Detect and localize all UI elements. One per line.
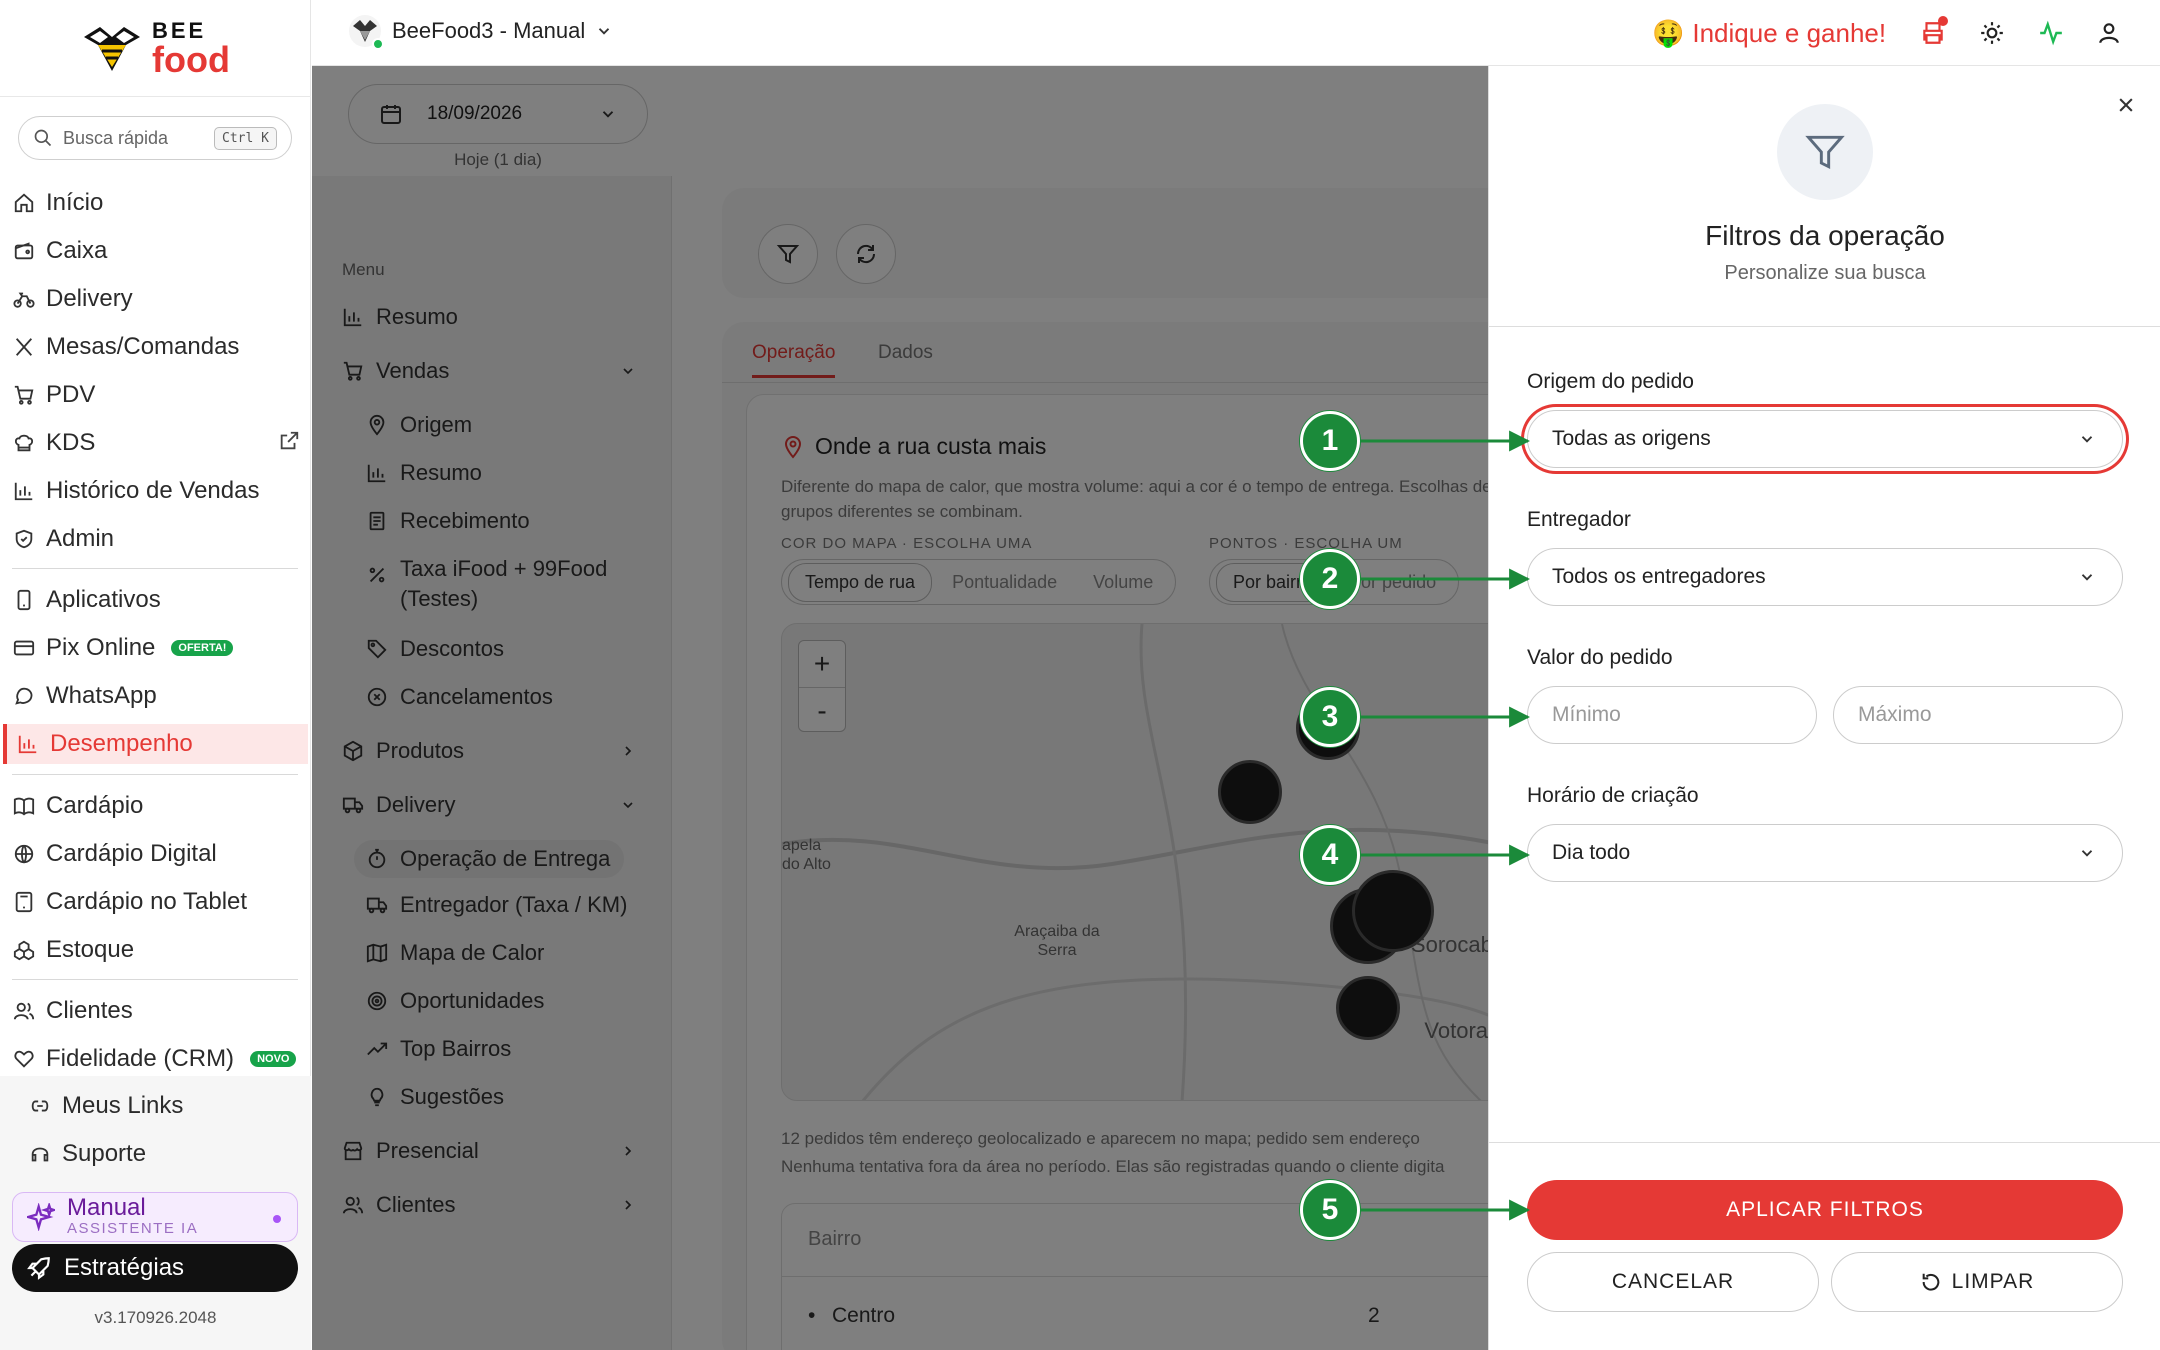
callout-5: 5 <box>1300 1180 1360 1240</box>
callout-arrows <box>1360 430 1531 1221</box>
callout-4: 4 <box>1300 825 1360 885</box>
callout-3: 3 <box>1300 687 1360 747</box>
callout-1: 1 <box>1300 411 1360 471</box>
callout-2: 2 <box>1300 549 1360 609</box>
